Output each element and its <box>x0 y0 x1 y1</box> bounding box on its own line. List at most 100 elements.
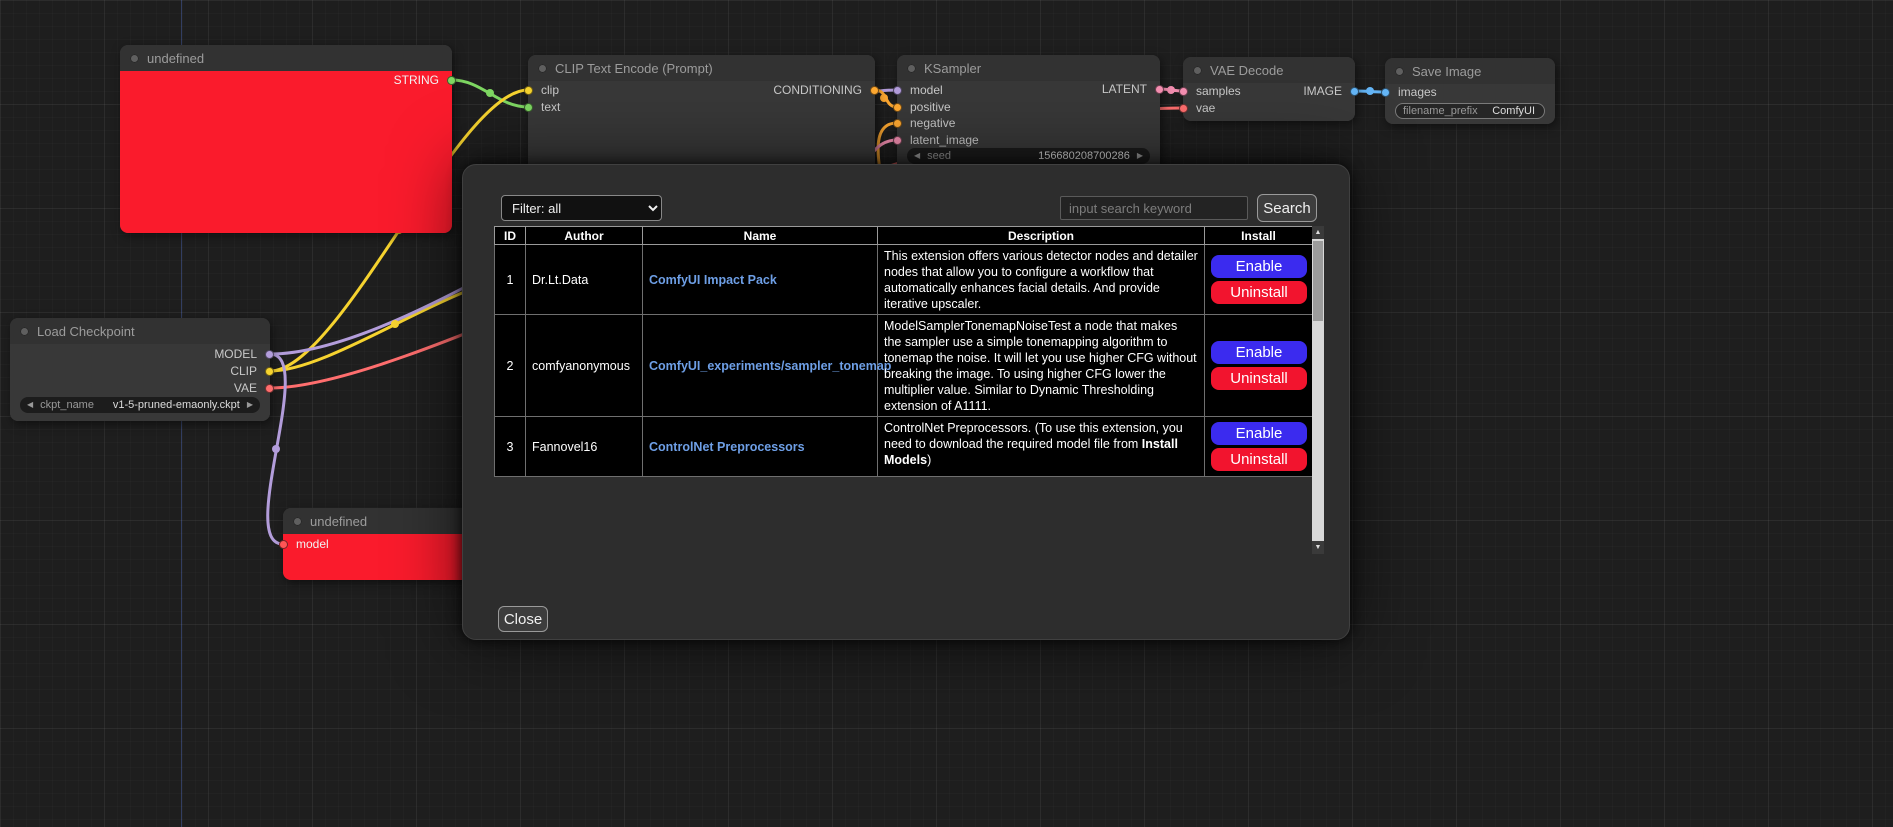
node-status-icon <box>538 64 547 73</box>
node-title-bar[interactable]: VAE Decode <box>1183 57 1355 83</box>
extension-name-link[interactable]: ControlNet Preprocessors <box>649 440 805 454</box>
filter-select[interactable]: Filter: all <box>501 195 662 221</box>
node-load-checkpoint[interactable]: Load Checkpoint MODEL CLIP VAE ◀ ckpt_na… <box>10 318 270 421</box>
output-port-icon[interactable] <box>265 350 274 359</box>
node-vae-decode[interactable]: VAE Decode samples vae IMAGE <box>1183 57 1355 121</box>
output-port-icon[interactable] <box>1350 87 1359 96</box>
output-port-icon[interactable] <box>1155 85 1164 94</box>
input-port-icon[interactable] <box>1179 87 1188 96</box>
output-slot-latent[interactable]: LATENT <box>1102 81 1160 97</box>
output-slot-vae[interactable]: VAE <box>234 380 270 396</box>
slot-label: MODEL <box>214 347 257 361</box>
extension-table-container: ID Author Name Description Install 1 Dr.… <box>494 226 1325 554</box>
col-header-name: Name <box>643 227 878 245</box>
cell-id: 3 <box>495 417 526 477</box>
input-slot-latent-image[interactable]: latent_image <box>897 132 979 148</box>
slot-label: text <box>541 100 560 114</box>
uninstall-button[interactable]: Uninstall <box>1211 281 1307 304</box>
input-slot-clip[interactable]: clip <box>528 82 559 98</box>
slot-label: CLIP <box>230 364 257 378</box>
output-slot-string[interactable]: STRING <box>394 72 452 88</box>
link-string-to-text <box>452 80 528 107</box>
uninstall-button[interactable]: Uninstall <box>1211 367 1307 390</box>
input-port-icon[interactable] <box>524 103 533 112</box>
input-slot-model[interactable]: model <box>283 536 329 552</box>
extension-manager-dialog: Filter: all Search ID Author Name Descri… <box>462 164 1350 640</box>
link-dot <box>486 89 494 97</box>
seed-widget[interactable]: ◀ seed 156680208700286 ▶ <box>907 148 1150 164</box>
output-port-icon[interactable] <box>870 86 879 95</box>
table-row: 1 Dr.Lt.Data ComfyUI Impact Pack This ex… <box>495 245 1313 315</box>
col-header-author: Author <box>526 227 643 245</box>
extension-name-link[interactable]: ComfyUI_experiments/sampler_tonemap <box>649 359 891 373</box>
node-title-bar[interactable]: Save Image <box>1385 58 1555 84</box>
input-port-icon[interactable] <box>524 86 533 95</box>
node-title-bar[interactable]: KSampler <box>897 55 1160 81</box>
search-input[interactable] <box>1060 196 1248 220</box>
ckpt-name-widget[interactable]: ◀ ckpt_name v1-5-pruned-emaonly.ckpt ▶ <box>20 397 260 413</box>
output-slot-clip[interactable]: CLIP <box>230 363 270 379</box>
slot-label: negative <box>910 116 955 130</box>
slot-label: vae <box>1196 101 1215 115</box>
input-port-icon[interactable] <box>893 136 902 145</box>
cell-description: ModelSamplerTonemapNoiseTest a node that… <box>878 315 1205 417</box>
input-slot-negative[interactable]: negative <box>897 115 955 131</box>
output-port-icon[interactable] <box>447 76 456 85</box>
slot-label: model <box>296 537 329 551</box>
output-port-icon[interactable] <box>265 384 274 393</box>
table-scrollbar[interactable]: ▲ ▼ <box>1312 226 1324 554</box>
input-port-icon[interactable] <box>1381 88 1390 97</box>
decrement-arrow-icon[interactable]: ◀ <box>914 148 920 164</box>
input-slot-text[interactable]: text <box>528 99 560 115</box>
node-title: CLIP Text Encode (Prompt) <box>555 61 713 76</box>
filename-prefix-widget[interactable]: filename_prefix ComfyUI <box>1395 103 1545 119</box>
widget-label: ckpt_name <box>40 399 94 411</box>
link-dot <box>272 445 280 453</box>
slot-label: samples <box>1196 84 1241 98</box>
enable-button[interactable]: Enable <box>1211 422 1307 445</box>
input-port-icon[interactable] <box>893 103 902 112</box>
node-title: undefined <box>310 514 367 529</box>
link-dot <box>1366 87 1374 95</box>
extension-name-link[interactable]: ComfyUI Impact Pack <box>649 273 777 287</box>
node-body <box>120 71 452 233</box>
output-slot-conditioning[interactable]: CONDITIONING <box>773 82 875 98</box>
scrollbar-thumb[interactable] <box>1313 241 1323 321</box>
node-undefined-top[interactable]: undefined STRING <box>120 45 452 233</box>
output-port-icon[interactable] <box>265 367 274 376</box>
input-slot-samples[interactable]: samples <box>1183 83 1241 99</box>
node-save-image[interactable]: Save Image images filename_prefix ComfyU… <box>1385 58 1555 124</box>
scroll-down-icon[interactable]: ▼ <box>1312 541 1324 554</box>
widget-value: ComfyUI <box>1492 105 1535 117</box>
prev-arrow-icon[interactable]: ◀ <box>27 397 33 413</box>
output-slot-model[interactable]: MODEL <box>214 346 270 362</box>
uninstall-button[interactable]: Uninstall <box>1211 448 1307 471</box>
comfyui-canvas[interactable]: undefined STRING CLIP Text Encode (Promp… <box>0 0 1893 827</box>
input-slot-model[interactable]: model <box>897 82 943 98</box>
widget-value: 156680208700286 <box>1038 150 1130 162</box>
input-slot-positive[interactable]: positive <box>897 99 951 115</box>
widget-label: filename_prefix <box>1403 105 1478 117</box>
node-title-bar[interactable]: undefined <box>120 45 452 71</box>
node-title: KSampler <box>924 61 981 76</box>
close-button[interactable]: Close <box>498 606 548 632</box>
input-slot-vae[interactable]: vae <box>1183 100 1215 116</box>
enable-button[interactable]: Enable <box>1211 341 1307 364</box>
scroll-up-icon[interactable]: ▲ <box>1312 226 1324 239</box>
search-button[interactable]: Search <box>1257 194 1317 222</box>
slot-label: VAE <box>234 381 257 395</box>
node-title-bar[interactable]: Load Checkpoint <box>10 318 270 344</box>
input-port-icon[interactable] <box>1179 104 1188 113</box>
increment-arrow-icon[interactable]: ▶ <box>1137 148 1143 164</box>
input-port-icon[interactable] <box>893 86 902 95</box>
input-slot-images[interactable]: images <box>1385 84 1437 100</box>
slot-label: positive <box>910 100 951 114</box>
node-title: VAE Decode <box>1210 63 1283 78</box>
input-port-icon[interactable] <box>279 540 288 549</box>
input-port-icon[interactable] <box>893 119 902 128</box>
enable-button[interactable]: Enable <box>1211 255 1307 278</box>
output-slot-image[interactable]: IMAGE <box>1303 83 1355 99</box>
extension-table: ID Author Name Description Install 1 Dr.… <box>494 226 1313 477</box>
node-title-bar[interactable]: CLIP Text Encode (Prompt) <box>528 55 875 81</box>
next-arrow-icon[interactable]: ▶ <box>247 397 253 413</box>
